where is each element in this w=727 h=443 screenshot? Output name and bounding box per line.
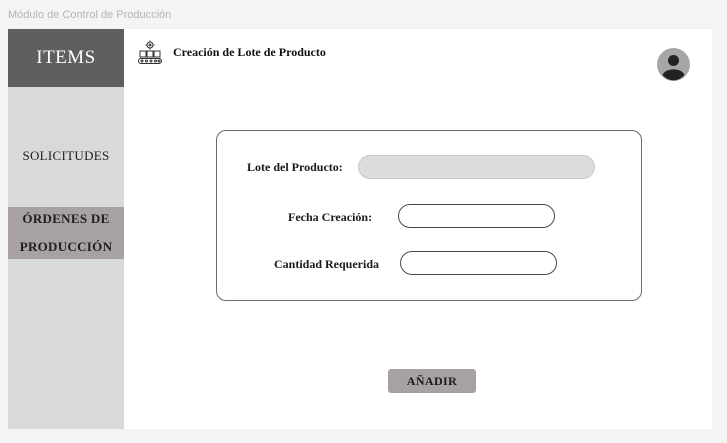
sidebar-item-ordenes-de-produccion[interactable]: ÓRDENES DE PRODUCCIÓN: [8, 207, 124, 259]
app-frame: ITEMS SOLICITUDES ÓRDENES DE PRODUCCIÓN: [8, 29, 712, 429]
lote-form-card: Lote del Producto: Fecha Creación: Canti…: [216, 130, 642, 301]
production-line-icon: [138, 40, 162, 64]
add-button[interactable]: AÑADIR: [388, 369, 476, 393]
sidebar-item-label-line1: ÓRDENES DE: [22, 211, 110, 226]
app-title: Módulo de Control de Producción: [8, 9, 172, 21]
cantidad-requerida-input[interactable]: [400, 251, 557, 275]
sidebar-item-label: SOLICITUDES: [22, 148, 110, 163]
sidebar-item-solicitudes[interactable]: SOLICITUDES: [8, 141, 124, 171]
fecha-creacion-input[interactable]: [398, 204, 555, 228]
lote-producto-input[interactable]: [358, 155, 595, 179]
user-avatar-icon[interactable]: [657, 48, 690, 81]
cantidad-requerida-label: Cantidad Requerida: [274, 257, 380, 271]
lote-producto-label: Lote del Producto:: [247, 160, 343, 174]
fecha-creacion-label: Fecha Creación:: [288, 210, 373, 224]
sidebar-item-label: ÓRDENES DE PRODUCCIÓN: [20, 205, 113, 261]
sidebar-brand[interactable]: ITEMS: [8, 29, 124, 87]
sidebar-item-label-line2: PRODUCCIÓN: [19, 239, 113, 254]
sidebar: ITEMS SOLICITUDES ÓRDENES DE PRODUCCIÓN: [8, 29, 124, 429]
page-title: Creación de Lote de Producto: [173, 45, 326, 59]
